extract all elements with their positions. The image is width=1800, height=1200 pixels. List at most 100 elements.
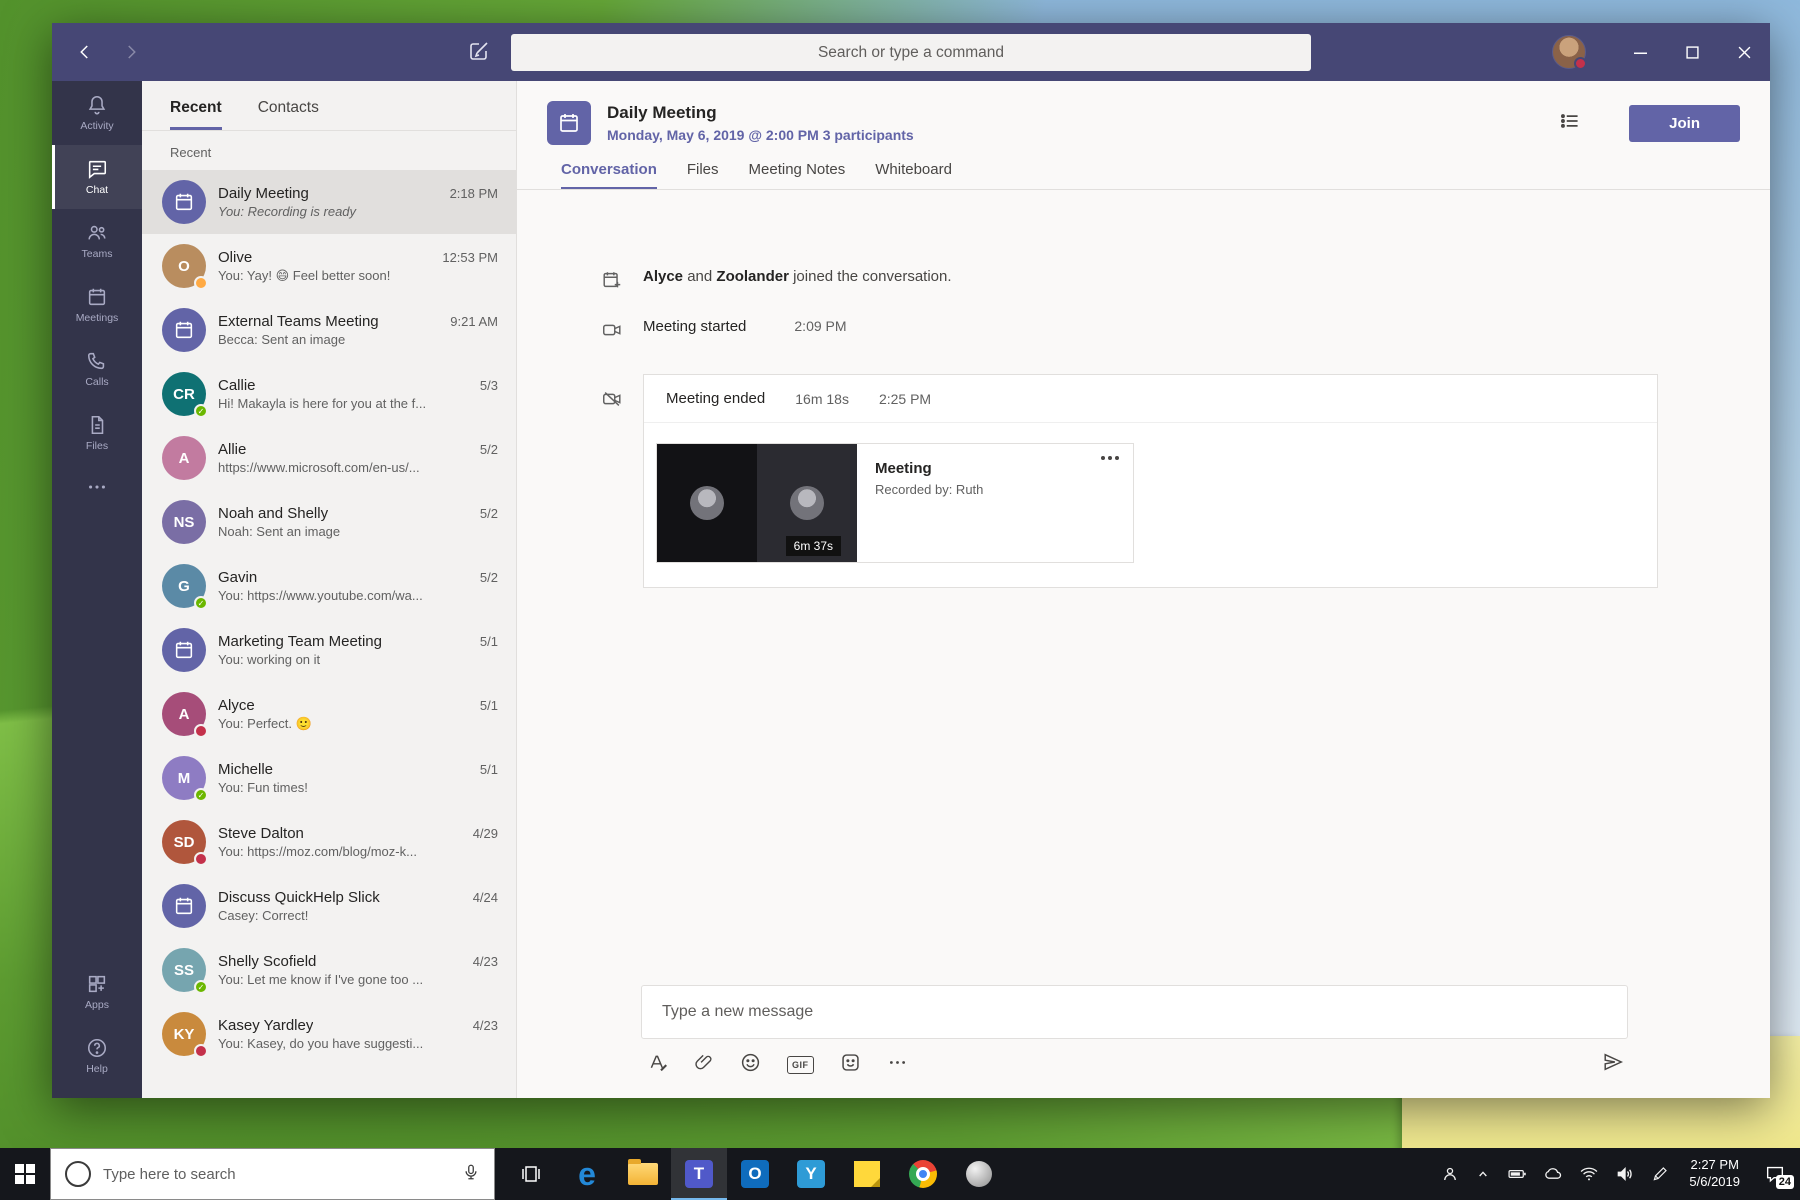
edge-icon[interactable]: e [559,1148,615,1200]
file-explorer-icon[interactable] [615,1148,671,1200]
chat-list-item[interactable]: A Alyce 5/1 You: Perfect. 🙂 [142,682,516,746]
attach-icon[interactable] [694,1052,714,1077]
taskbar-clock[interactable]: 2:27 PM 5/6/2019 [1689,1157,1740,1191]
maximize-button[interactable] [1666,23,1718,81]
phone-icon [86,350,108,372]
avatar [162,628,206,672]
chat-list-item[interactable]: External Teams Meeting 9:21 AM Becca: Se… [142,298,516,362]
chat-list-item[interactable]: Daily Meeting 2:18 PM You: Recording is … [142,170,516,234]
close-button[interactable] [1718,23,1770,81]
teams-taskbar-icon[interactable]: T [671,1148,727,1200]
battery-icon[interactable] [1507,1164,1527,1184]
status-badge [194,276,208,290]
chat-list-item[interactable]: SD Steve Dalton 4/29 You: https://moz.co… [142,810,516,874]
message-input[interactable] [641,985,1628,1039]
participant-avatar [790,486,824,520]
new-chat-icon[interactable] [467,39,491,68]
meeting-started-label: Meeting started [643,318,746,335]
status-badge [194,596,208,610]
gif-icon[interactable]: GIF [787,1056,814,1074]
tab-conversation[interactable]: Conversation [561,161,657,189]
rail-item-activity[interactable]: Activity [52,81,142,145]
chat-list-item[interactable]: Discuss QuickHelp Slick 4/24 Casey: Corr… [142,874,516,938]
chat-time: 5/2 [480,442,498,457]
join-button[interactable]: Join [1629,105,1740,142]
recording-thumbnail[interactable]: 6m 37s [657,444,857,562]
task-view-button[interactable] [503,1148,559,1200]
chat-list-item[interactable]: M Michelle 5/1 You: Fun times! [142,746,516,810]
chat-time: 5/2 [480,570,498,585]
yammer-icon[interactable]: Y [783,1148,839,1200]
back-icon[interactable] [76,43,94,61]
chat-time: 4/23 [473,1018,498,1033]
people-tray-icon[interactable] [1441,1165,1459,1183]
chat-list-item[interactable]: SS Shelly Scofield 4/23 You: Let me know… [142,938,516,1002]
recording-tile[interactable]: 6m 37s Meeting Recorded by: Ruth [656,443,1134,563]
agenda-icon[interactable] [1557,108,1583,139]
sticky-notes-icon[interactable] [839,1148,895,1200]
chat-list-item[interactable]: NS Noah and Shelly 5/2 Noah: Sent an ima… [142,490,516,554]
pen-icon[interactable] [1651,1165,1669,1183]
chat-icon [86,158,108,180]
volume-icon[interactable] [1615,1164,1635,1184]
emoji-icon[interactable] [740,1052,761,1078]
avatar: SS [162,948,206,992]
chat-time: 5/1 [480,762,498,777]
xbox-game-bar-icon[interactable] [951,1148,1007,1200]
avatar-initials: A [179,450,190,467]
forward-icon[interactable] [122,43,140,61]
tab-recent[interactable]: Recent [170,99,222,130]
joined-name: Alyce [643,268,683,285]
tab-whiteboard[interactable]: Whiteboard [875,161,952,189]
minimize-button[interactable] [1614,23,1666,81]
microphone-icon[interactable] [462,1163,480,1186]
meeting-started-event: Meeting started 2:09 PM [601,318,1658,346]
tab-files[interactable]: Files [687,161,719,189]
chat-name: Gavin [218,569,257,586]
chat-list-item[interactable]: KY Kasey Yardley 4/23 You: Kasey, do you… [142,1002,516,1066]
chevron-up-icon[interactable] [1475,1166,1491,1182]
notification-badge: 24 [1776,1175,1794,1189]
tab-contacts[interactable]: Contacts [258,99,319,130]
action-center-icon[interactable]: 24 [1760,1159,1790,1189]
rail-item-calls[interactable]: Calls [52,337,142,401]
wifi-icon[interactable] [1579,1164,1599,1184]
chat-list-item[interactable]: Marketing Team Meeting 5/1 You: working … [142,618,516,682]
more-icon [86,476,108,498]
command-search-input[interactable] [511,34,1311,71]
user-avatar[interactable] [1552,35,1586,69]
chat-name: Allie [218,441,246,458]
taskbar-search-input[interactable] [103,1166,448,1183]
outlook-icon[interactable]: O [727,1148,783,1200]
onedrive-icon[interactable] [1543,1164,1563,1184]
chat-list-item[interactable]: CR Callie 5/3 Hi! Makayla is here for yo… [142,362,516,426]
rail-item-files[interactable]: Files [52,401,142,465]
chrome-icon[interactable] [895,1148,951,1200]
recording-more-icon[interactable] [1101,456,1119,460]
meeting-subtitle-link[interactable]: Monday, May 6, 2019 @ 2:00 PM 3 particip… [607,127,1541,143]
start-button[interactable] [0,1148,50,1200]
chat-list-item[interactable]: O Olive 12:53 PM You: Yay! 😄 Feel better… [142,234,516,298]
rail-item-apps[interactable]: Apps [52,960,142,1024]
rail-item-chat[interactable]: Chat [52,145,142,209]
chat-list-item[interactable]: A Allie 5/2 https://www.microsoft.com/en… [142,426,516,490]
compose-more-icon[interactable] [887,1052,908,1078]
rail-item-meetings[interactable]: Meetings [52,273,142,337]
rail-item-help[interactable]: Help [52,1024,142,1088]
chat-preview: You: Perfect. 🙂 [218,716,498,732]
calendar-icon [173,639,195,661]
send-icon[interactable] [1602,1051,1624,1078]
chat-list-item[interactable]: G Gavin 5/2 You: https://www.youtube.com… [142,554,516,618]
chat-name: Alyce [218,697,255,714]
sticker-icon[interactable] [840,1052,861,1078]
format-icon[interactable] [647,1052,668,1078]
tab-meeting-notes[interactable]: Meeting Notes [749,161,846,189]
rail-item-more[interactable] [52,465,142,513]
avatar [162,308,206,352]
app-rail: Activity Chat Teams Meetings Calls Files [52,81,142,1098]
main-panel: Daily Meeting Monday, May 6, 2019 @ 2:00… [517,81,1770,1098]
rail-item-teams[interactable]: Teams [52,209,142,273]
taskbar-search[interactable] [50,1148,495,1200]
chat-name: Shelly Scofield [218,953,316,970]
chat-preview: You: Fun times! [218,780,498,795]
